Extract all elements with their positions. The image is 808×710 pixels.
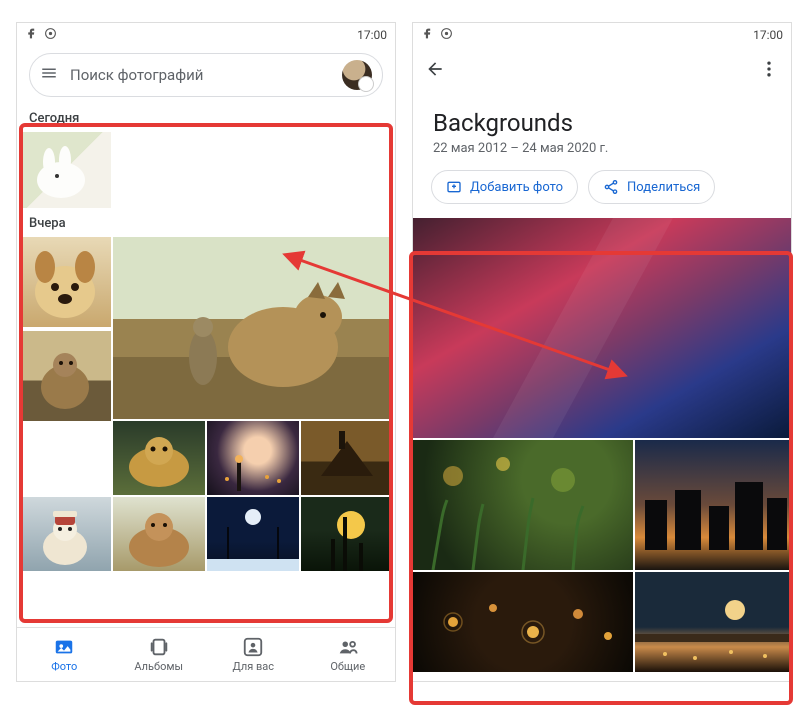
photo-thumb[interactable] (19, 497, 111, 571)
avatar[interactable] (342, 60, 372, 90)
share-label: Поделиться (627, 180, 700, 195)
album-date-range: 22 мая 2012 – 24 мая 2020 г. (413, 141, 791, 170)
photo-thumb[interactable] (113, 237, 393, 419)
clock-text: 17:00 (357, 28, 387, 42)
status-bar: 17:00 (413, 23, 791, 47)
add-photo-button[interactable]: Добавить фото (431, 170, 578, 204)
photo-thumb[interactable] (207, 421, 299, 495)
chrome-icon (440, 27, 453, 43)
tab-label: Общие (330, 660, 365, 673)
album-grid[interactable] (413, 218, 791, 672)
photos-scroll[interactable]: Сегодня Вчера (17, 103, 395, 647)
photo-thumb[interactable] (635, 440, 791, 570)
album-title: Backgrounds (413, 95, 791, 141)
tab-label: Альбомы (134, 660, 183, 673)
tab-for-you[interactable]: Для вас (206, 628, 301, 681)
photo-thumb[interactable] (113, 497, 205, 571)
photo-thumb[interactable] (635, 572, 791, 672)
menu-icon[interactable] (40, 64, 58, 86)
tab-label: Для вас (232, 660, 274, 673)
facebook-icon (421, 27, 434, 43)
search-bar[interactable]: Поиск фотографий (29, 53, 383, 97)
search-placeholder: Поиск фотографий (70, 66, 330, 84)
photo-thumb[interactable] (19, 132, 111, 208)
back-icon[interactable] (425, 59, 445, 83)
facebook-icon (25, 27, 38, 43)
phone-screen-album: 17:00 Backgrounds 22 мая 2012 – 24 мая 2… (412, 22, 792, 682)
tab-photos[interactable]: Фото (17, 628, 112, 681)
phone-screen-photos: 17:00 Поиск фотографий Сегодня Вчера (16, 22, 396, 682)
photo-thumb[interactable] (113, 421, 205, 495)
section-label-today: Сегодня (17, 103, 395, 132)
share-button[interactable]: Поделиться (588, 170, 715, 204)
share-icon (603, 179, 619, 195)
album-actions: Добавить фото Поделиться (413, 170, 791, 218)
tab-label: Фото (51, 660, 77, 673)
status-bar: 17:00 (17, 23, 395, 47)
more-icon[interactable] (759, 59, 779, 83)
tab-albums[interactable]: Альбомы (112, 628, 207, 681)
add-photo-label: Добавить фото (470, 180, 563, 195)
photo-thumb[interactable] (301, 421, 393, 495)
photo-thumb[interactable] (413, 572, 633, 672)
photo-thumb[interactable] (207, 497, 299, 571)
tab-shared[interactable]: Общие (301, 628, 396, 681)
photo-thumb[interactable] (19, 237, 111, 327)
bottom-nav: Фото Альбомы Для вас Общие (17, 627, 395, 681)
section-label-yesterday: Вчера (17, 208, 395, 237)
add-photo-icon (446, 179, 462, 195)
photo-thumb[interactable] (301, 497, 393, 571)
clock-text: 17:00 (753, 28, 783, 42)
chrome-icon (44, 27, 57, 43)
photo-thumb[interactable] (413, 218, 791, 438)
album-topbar (413, 47, 791, 95)
photo-thumb[interactable] (413, 440, 633, 570)
photo-thumb[interactable] (19, 331, 111, 421)
